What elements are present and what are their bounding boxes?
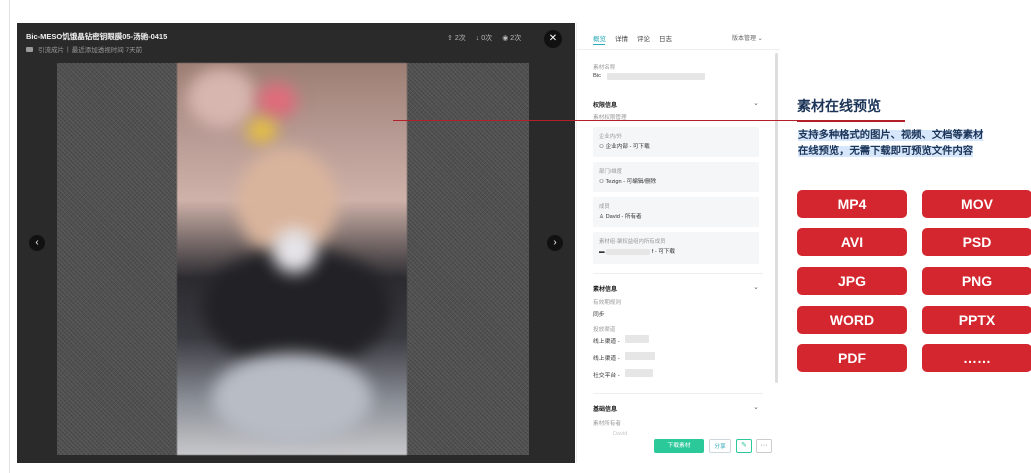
valid-label: 有效期规则 [593,300,621,306]
card-label: 企业内/外 [599,134,623,140]
chevron-down-icon[interactable]: ⌄ [753,283,759,291]
prev-arrow-button[interactable]: ‹ [29,235,45,251]
eye-icon: ◉ [502,35,509,42]
file-title: Bic-MESO饥饿晶钻密钥眼膜05-汤驰-0415 [26,32,168,41]
owner-label: 素材所有者 [593,421,621,427]
next-arrow-button[interactable]: › [547,235,563,251]
asset-name-value: Bic [593,73,602,79]
permission-card-group: 素材组-聚权益组内所有成员 ▬ f - 可下载 [593,232,759,264]
download-count: ↓ 0次 [475,34,493,43]
page-edge-line [9,0,10,473]
annotation-description: 支持多种格式的图片、视频、文档等素材 在线预览，无需下载即可预览文件内容 [798,128,1028,160]
blurred-photo [177,63,407,455]
photo-product-blob [272,228,317,273]
group-icon: ⚇ [599,144,606,150]
share-button[interactable]: 分享 [709,439,731,453]
preview-canvas [57,63,529,455]
folder-icon: ▬ [599,249,607,255]
folder-icon [26,46,33,52]
separator: | [67,45,69,53]
share-icon: ⇪ [447,35,453,42]
detail-panel: 概览 详情 评论 日志 版本管理 ⌄ 素材名称 Bic 权限信息 ⌄ 素材权限管… [576,23,780,463]
permission-card-member: 成员 ♙ David - 所有者 [593,197,759,227]
chevron-down-icon[interactable]: ⌄ [753,403,759,411]
redaction-mask [607,73,705,80]
card-value: ♙ David - 所有者 [599,214,642,220]
redaction-mask [625,369,653,377]
download-icon: ↓ [475,34,480,42]
format-badge-mp4: MP4 [797,190,907,218]
permission-card-enterprise: 企业内/外 ⚇ 企业内部 - 可下载 [593,127,759,157]
asset-info-section-title: 素材信息 [593,287,618,293]
file-subtitle: 引流成片 | 最近添加透视时间 7天前 [26,44,142,54]
version-dropdown[interactable]: 版本管理 ⌄ [732,33,763,42]
tab-overview[interactable]: 概览 [593,33,606,43]
edit-icon[interactable]: ✎ [736,439,752,453]
permission-section-title: 权限信息 [593,103,618,109]
viewer-header: Bic-MESO饥饿晶钻密钥眼膜05-汤驰-0415 引流成片 | 最近添加透视… [17,23,575,57]
photo-pink-blob [257,83,297,118]
callout-line [393,120,798,121]
tab-underline [593,44,605,45]
format-badge-word: WORD [797,306,907,334]
view-count: ◉ 2次 [502,35,522,42]
download-button[interactable]: 下载素材 [654,439,704,453]
share-count: ⇪ 2次 [447,35,466,42]
basic-info-section-title: 基础信息 [593,407,618,413]
panel-scrollbar[interactable] [775,53,778,383]
redaction-mask [625,335,649,343]
close-button[interactable]: ✕ [544,30,562,48]
photo-bg-blob [187,68,257,128]
more-button[interactable]: ··· [756,439,772,453]
format-badge-png: PNG [922,267,1031,295]
tab-comments[interactable]: 评论 [637,33,650,43]
user-icon: ♙ [599,214,606,220]
card-label: 部门/维度 [599,169,623,175]
annotation-title: 素材在线预览 [797,98,881,114]
asset-name-label: 素材名称 [593,65,616,71]
annotation-desc-line1: 支持多种格式的图片、视频、文档等素材 [798,130,984,141]
channel-item: 社交平台 - [593,373,620,379]
card-value: ⚇ Tezign - 可编辑/删除 [599,179,657,185]
card-label: 素材组-聚权益组内所有成员 [599,239,666,245]
recent-time: 最近添加透视时间 7天前 [71,47,143,54]
annotation-underline [797,120,905,122]
format-badge-avi: AVI [797,228,907,256]
card-label: 成员 [599,204,610,210]
photo-yellow-blob [247,118,277,143]
card-value: ▬ f - 可下载 [599,248,676,255]
tabs-divider [577,49,780,50]
redaction-mask [625,352,655,360]
stats-bar: ⇪ 2次 ↓ 0次 ◉ 2次 [447,33,521,43]
format-badge-jpg: JPG [797,267,907,295]
owner-value: David [613,431,628,437]
annotation-desc-line2: 在线预览，无需下载即可预览文件内容 [798,146,974,157]
permission-card-department: 部门/维度 ⚇ Tezign - 可编辑/删除 [593,162,759,192]
section-divider [593,273,763,274]
chevron-down-icon[interactable]: ⌄ [753,99,759,107]
format-badge-pdf: PDF [797,344,907,372]
channel-item: 线上渠道 - [593,356,620,362]
folder-name[interactable]: 引流成片 [38,44,64,54]
channel-item: 线上渠道 - [593,339,620,345]
preview-viewer: Bic-MESO饥饿晶钻密钥眼膜05-汤驰-0415 引流成片 | 最近添加透视… [17,23,575,463]
photo-bottom-blob [212,353,372,443]
format-badge-pptx: PPTX [922,306,1031,334]
format-badge-mov: MOV [922,190,1031,218]
tab-log[interactable]: 日志 [659,33,672,43]
tab-details[interactable]: 详情 [615,33,628,43]
redaction-mask [606,248,651,255]
channel-label: 投放渠道 [593,327,616,333]
card-value: ⚇ 企业内部 - 可下载 [599,144,650,150]
valid-value: 同步 [593,312,605,318]
section-divider [593,393,763,394]
format-badge-psd: PSD [922,228,1031,256]
panel-tabs: 概览 详情 评论 日志 [593,33,672,43]
format-badge-more: …… [922,344,1031,372]
